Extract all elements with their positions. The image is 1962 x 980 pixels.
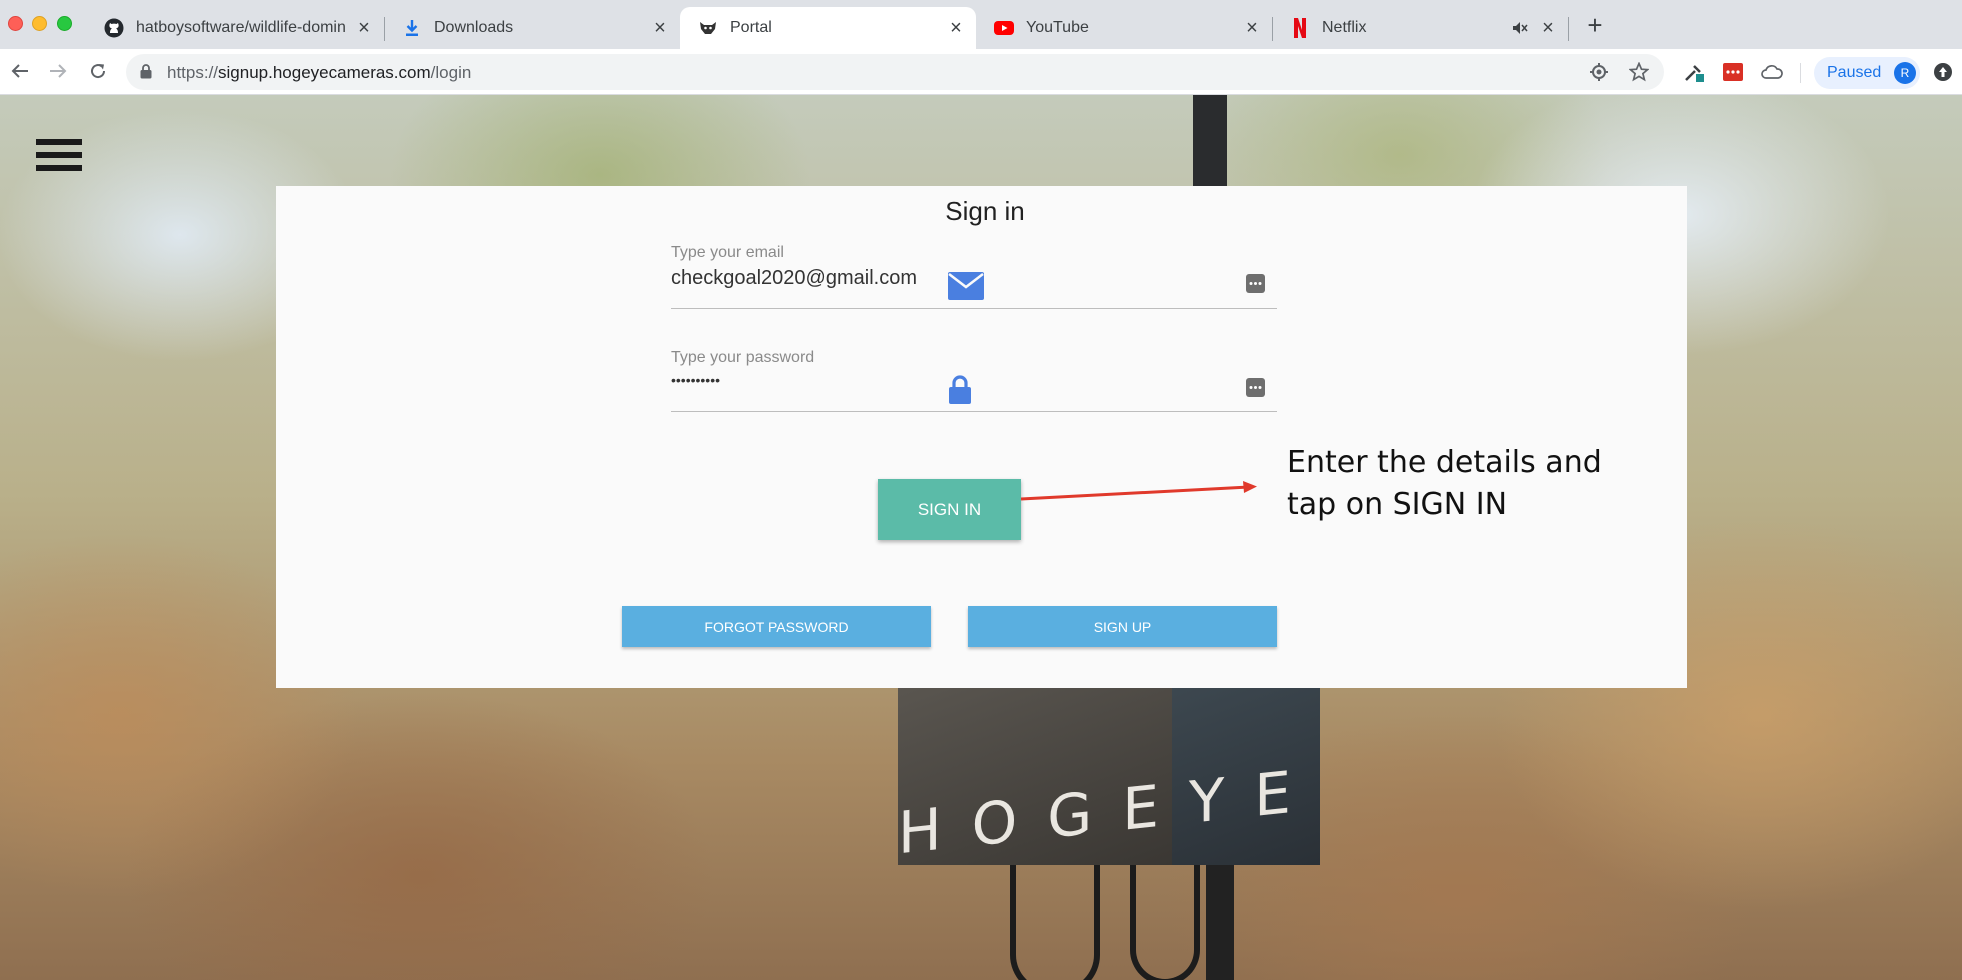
avatar: R	[1894, 62, 1916, 84]
password-field[interactable]: ••••••••••	[671, 372, 720, 388]
extension-upload-icon[interactable]	[1932, 61, 1954, 83]
lock-icon	[948, 375, 972, 405]
sign-up-button[interactable]: SIGN UP	[968, 606, 1277, 647]
tab-downloads[interactable]: Downloads ×	[384, 7, 680, 49]
download-icon	[402, 18, 422, 38]
annotation-text: Enter the details and tap on SIGN IN	[1287, 442, 1617, 526]
camera-cable	[1010, 865, 1100, 980]
browser-tab-strip: hatboysoftware/wildlife-domin × Download…	[0, 0, 1962, 49]
url-text: https://signup.hogeyecameras.com/login	[167, 63, 471, 83]
password-underline	[671, 411, 1277, 412]
toolbar-divider	[1800, 63, 1801, 83]
youtube-icon	[994, 18, 1014, 38]
hog-logo-icon	[698, 18, 718, 38]
close-icon[interactable]: ×	[354, 17, 374, 39]
new-tab-button[interactable]: +	[1584, 12, 1606, 38]
eyedropper-extension-icon[interactable]	[1683, 61, 1705, 83]
red-extension-icon[interactable]	[1722, 61, 1744, 83]
speaker-muted-icon[interactable]	[1510, 18, 1530, 38]
url-scheme: https://	[167, 63, 219, 82]
sign-in-button[interactable]: SIGN IN	[878, 479, 1021, 540]
tab-title: Downloads	[434, 19, 514, 36]
forgot-password-button[interactable]: FORGOT PASSWORD	[622, 606, 931, 647]
window-close-button[interactable]	[8, 16, 23, 31]
bookmark-star-icon[interactable]	[1629, 62, 1649, 82]
netflix-icon	[1290, 18, 1310, 38]
password-manager-icon[interactable]	[1246, 378, 1265, 397]
close-icon[interactable]: ×	[1242, 17, 1262, 39]
password-label: Type your password	[671, 349, 815, 366]
camera-cable	[1130, 865, 1200, 980]
github-icon	[104, 18, 124, 38]
tab-title: YouTube	[1026, 19, 1089, 36]
forward-arrow-icon	[50, 64, 67, 78]
lock-icon[interactable]	[140, 64, 152, 84]
page-background: HOGEYE Sign in Type your email checkgoal…	[0, 95, 1962, 980]
reload-icon	[91, 64, 106, 79]
tab-portal[interactable]: Portal ×	[680, 7, 976, 49]
tab-title: Netflix	[1322, 19, 1367, 36]
reload-button[interactable]	[86, 59, 110, 83]
camera-mount	[1206, 865, 1234, 980]
sign-in-panel: Sign in Type your email checkgoal2020@gm…	[276, 186, 1687, 688]
email-underline	[671, 308, 1277, 309]
annotation-arrow-icon	[1021, 481, 1257, 501]
profile-paused-button[interactable]: Paused R	[1814, 57, 1920, 89]
envelope-icon	[948, 272, 984, 300]
tab-github[interactable]: hatboysoftware/wildlife-domin ×	[86, 7, 384, 49]
tab-youtube[interactable]: YouTube ×	[976, 7, 1272, 49]
window-minimize-button[interactable]	[32, 16, 47, 31]
annotation-line: Enter the details and	[1287, 445, 1602, 480]
close-icon[interactable]: ×	[1538, 17, 1558, 39]
cloud-extension-icon[interactable]	[1761, 61, 1783, 83]
profile-status: Paused	[1827, 64, 1882, 81]
menu-hamburger-icon[interactable]	[36, 139, 82, 177]
back-arrow-icon	[11, 64, 28, 78]
tab-netflix[interactable]: Netflix ×	[1272, 7, 1568, 49]
url-path: /login	[430, 63, 472, 82]
browser-toolbar: https://signup.hogeyecameras.com/login P…	[0, 49, 1962, 95]
location-icon[interactable]	[1589, 62, 1609, 82]
back-button[interactable]	[8, 59, 32, 83]
annotation-line: tap on SIGN IN	[1287, 487, 1508, 522]
tab-divider	[1568, 17, 1569, 41]
url-host: signup.hogeyecameras.com	[218, 63, 431, 82]
tab-title: Portal	[730, 19, 772, 36]
address-bar[interactable]: https://signup.hogeyecameras.com/login	[126, 54, 1664, 90]
close-icon[interactable]: ×	[650, 17, 670, 39]
tab-title: hatboysoftware/wildlife-domin	[136, 19, 346, 36]
email-label: Type your email	[671, 244, 784, 261]
close-icon[interactable]: ×	[946, 17, 966, 39]
page-title: Sign in	[945, 196, 1025, 226]
forward-button[interactable]	[46, 59, 70, 83]
email-field[interactable]: checkgoal2020@gmail.com	[671, 267, 917, 290]
background-trail-camera: HOGEYE	[898, 685, 1321, 867]
password-manager-icon[interactable]	[1246, 274, 1265, 293]
window-zoom-button[interactable]	[57, 16, 72, 31]
